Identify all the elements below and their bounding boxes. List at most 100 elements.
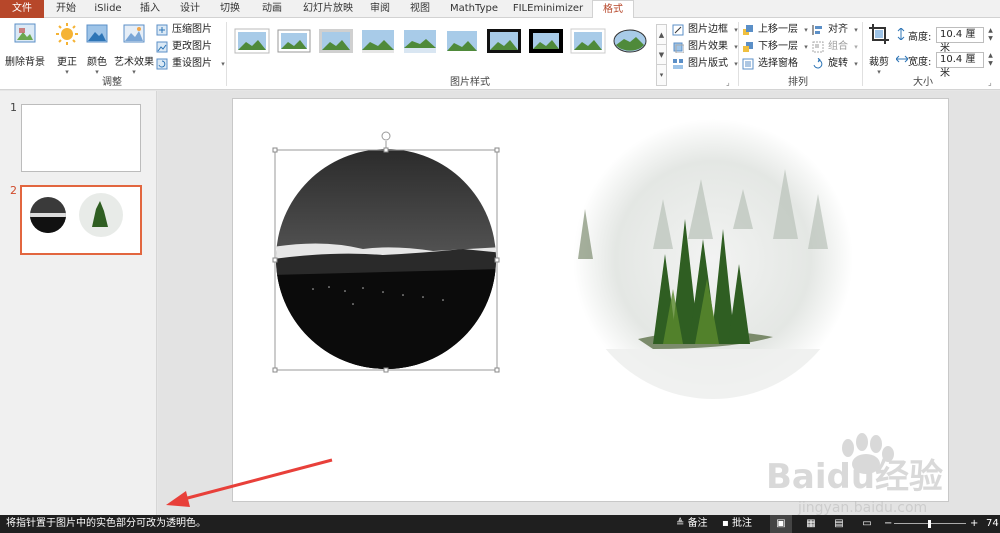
resize-handle[interactable] <box>494 147 500 153</box>
resize-handle[interactable] <box>272 367 278 373</box>
width-spinner[interactable]: ▲ ▼ <box>986 52 995 68</box>
slide-number: 1 <box>10 101 17 114</box>
corrections-button[interactable]: 更正 ▾ <box>54 22 80 76</box>
width-icon <box>896 55 908 63</box>
compress-pictures-button[interactable]: 压缩图片 <box>156 22 212 38</box>
align-icon <box>812 25 822 35</box>
size-group-label: 大小 <box>913 77 933 88</box>
picture-style-thumb[interactable] <box>234 28 270 54</box>
slideshow-icon[interactable]: ▭ <box>856 515 878 533</box>
comment-icon: ▪ <box>722 518 732 529</box>
tab-slideshow[interactable]: 幻灯片放映 <box>298 0 358 18</box>
chevron-down-icon: ▾ <box>221 60 225 68</box>
picture-style-thumb[interactable] <box>402 28 438 54</box>
height-input[interactable]: 10.4 厘米 <box>936 27 984 54</box>
picture-style-thumb[interactable] <box>318 28 354 54</box>
picture-effects-label: 图片效果 <box>688 41 728 52</box>
remove-background-label: 删除背景 <box>5 57 45 68</box>
picture-style-thumb[interactable] <box>528 28 564 54</box>
crop-label: 裁剪 <box>869 57 889 68</box>
rotate-button[interactable]: 旋转 ▾ <box>812 56 858 72</box>
selection-pane-button[interactable]: 选择窗格 <box>742 56 798 72</box>
picture-layout-label: 图片版式 <box>688 58 728 69</box>
reset-picture-icon <box>156 58 168 70</box>
resize-handle[interactable] <box>494 257 500 263</box>
picture-effects-button[interactable]: 图片效果 ▾ <box>672 39 738 55</box>
zoom-level[interactable]: 74 <box>986 515 999 533</box>
reading-view-icon[interactable]: ▤ <box>828 515 850 533</box>
picture-style-thumb[interactable] <box>570 28 606 54</box>
slide-number: 2 <box>10 184 17 197</box>
color-button[interactable]: 颜色 ▾ <box>84 22 110 76</box>
resize-handle[interactable] <box>383 367 389 373</box>
group-button[interactable]: 组合 ▾ <box>812 39 858 55</box>
resize-handle[interactable] <box>272 147 278 153</box>
slide-sorter-icon[interactable]: ▦ <box>800 515 822 533</box>
tab-fileminimizer[interactable]: FILEminimizer <box>508 0 588 18</box>
status-hint: 将指针置于图片中的实色部分可改为透明色。 <box>6 518 206 529</box>
picture-style-thumb[interactable] <box>612 28 648 54</box>
zoom-slider-thumb[interactable] <box>928 520 931 528</box>
group-separator <box>862 22 863 86</box>
tab-animations[interactable]: 动画 <box>252 0 292 18</box>
resize-handle[interactable] <box>383 147 389 153</box>
resize-handle[interactable] <box>272 257 278 263</box>
reset-picture-button[interactable]: 重设图片 ▾ <box>156 56 225 72</box>
tab-home[interactable]: 开始 <box>48 0 84 18</box>
selection-pane-label: 选择窗格 <box>758 58 798 69</box>
align-button[interactable]: 对齐 ▾ <box>812 22 858 38</box>
notes-button[interactable]: ≜ 备注 <box>676 515 708 533</box>
gallery-scroll[interactable]: ▲ ▼ ▾ <box>656 24 667 86</box>
picture-styles-group-label: 图片样式 <box>450 77 490 88</box>
normal-view-icon[interactable]: ▣ <box>770 515 792 533</box>
tab-islide[interactable]: iSlide <box>88 0 128 18</box>
gallery-down-arrow-icon[interactable]: ▼ <box>657 45 666 65</box>
tab-transitions[interactable]: 切换 <box>212 0 248 18</box>
picture-border-button[interactable]: 图片边框 ▾ <box>672 22 738 38</box>
tab-view[interactable]: 视图 <box>402 0 438 18</box>
tab-format[interactable]: 格式 <box>592 0 634 19</box>
pencil-border-icon <box>672 24 684 36</box>
crop-button[interactable]: 裁剪 ▾ <box>866 22 892 76</box>
send-backward-button[interactable]: 下移一层 ▾ <box>742 39 808 55</box>
rotate-handle-icon[interactable] <box>381 131 391 141</box>
tab-design[interactable]: 设计 <box>172 0 208 18</box>
change-picture-button[interactable]: 更改图片 <box>156 39 212 55</box>
slide-thumbnail-active[interactable] <box>20 185 142 255</box>
height-icon <box>897 28 905 40</box>
change-picture-label: 更改图片 <box>172 41 212 52</box>
dialog-launcher-icon[interactable]: ⌟ <box>726 79 734 87</box>
comments-button[interactable]: ▪ 批注 <box>722 515 752 533</box>
width-input[interactable]: 10.4 厘米 <box>936 52 984 79</box>
slide-thumbnail[interactable] <box>21 104 141 172</box>
picture-style-thumb[interactable] <box>276 28 312 54</box>
zoom-in-icon[interactable]: + <box>970 515 978 533</box>
picture-effects-icon <box>673 42 684 53</box>
gallery-up-arrow-icon[interactable]: ▲ <box>657 25 666 45</box>
resize-handle[interactable] <box>494 367 500 373</box>
picture-style-thumb[interactable] <box>486 28 522 54</box>
artistic-effects-icon <box>123 24 145 43</box>
dialog-launcher-icon[interactable]: ⌟ <box>988 79 996 87</box>
height-spinner[interactable]: ▲ ▼ <box>986 27 995 43</box>
adjust-group-label: 调整 <box>102 77 122 88</box>
bring-forward-button[interactable]: 上移一层 ▾ <box>742 22 808 38</box>
tab-mathtype[interactable]: MathType <box>444 0 504 18</box>
chevron-down-icon: ▾ <box>65 68 69 76</box>
picture-style-thumb[interactable] <box>360 28 396 54</box>
gallery-more-icon[interactable]: ▾ <box>657 65 666 85</box>
send-backward-icon <box>743 42 753 52</box>
zoom-out-icon[interactable]: − <box>884 515 892 533</box>
remove-background-button[interactable]: 删除背景 <box>4 22 46 68</box>
compress-pictures-label: 压缩图片 <box>172 24 212 35</box>
watermark: Baidu经验 jingyan.baidu.com <box>758 428 978 518</box>
artistic-effects-button[interactable]: 艺术效果 ▾ <box>114 22 154 76</box>
foggy-island-image[interactable] <box>573 119 853 399</box>
tab-insert[interactable]: 插入 <box>132 0 168 18</box>
tab-review[interactable]: 审阅 <box>362 0 398 18</box>
night-landscape-image[interactable] <box>273 149 503 379</box>
tab-file[interactable]: 文件 <box>0 0 44 18</box>
picture-layout-button[interactable]: 图片版式 ▾ <box>672 56 738 72</box>
corrections-label: 更正 <box>57 57 77 68</box>
picture-style-thumb[interactable] <box>444 28 480 54</box>
